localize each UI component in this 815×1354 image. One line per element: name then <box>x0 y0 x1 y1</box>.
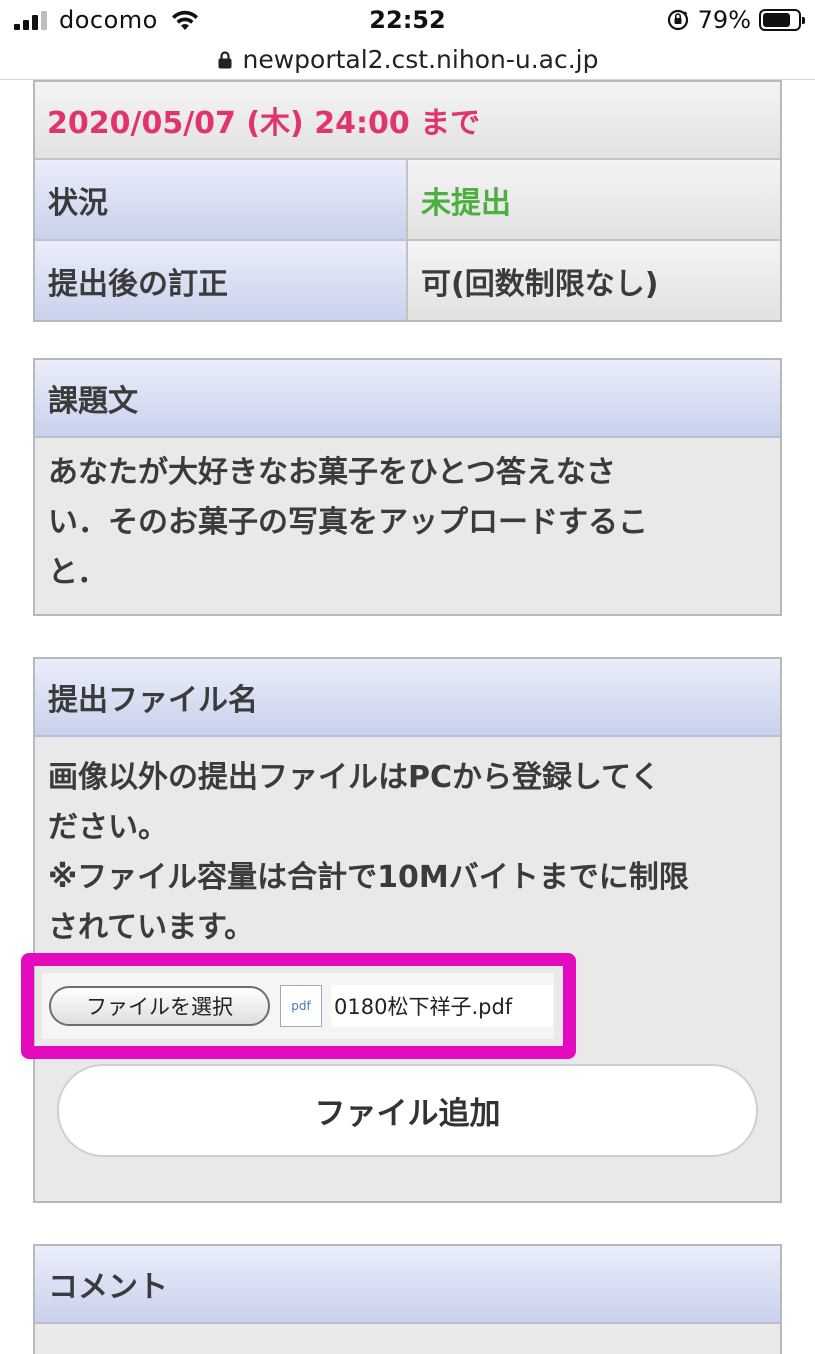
submission-notes: 画像以外の提出ファイルはPCから登録してく ださい。 ※ファイル容量は合計で10… <box>35 737 780 963</box>
url-text: newportal2.cst.nihon-u.ac.jp <box>242 45 599 74</box>
submission-note-line: 画像以外の提出ファイルはPCから登録してく <box>48 760 661 795</box>
status-label: 状況 <box>35 160 408 239</box>
assignment-line: あなたが大好きなお菓子をひとつ答えなさ <box>48 455 616 490</box>
assignment-panel: 課題文 あなたが大好きなお菓子をひとつ答えなさ い．そのお菓子の写真をアップロー… <box>33 358 782 616</box>
submission-note-line: ださい。 <box>48 810 168 845</box>
correction-value: 可(回数制限なし) <box>421 266 659 302</box>
pdf-file-icon: pdf <box>280 985 322 1027</box>
choose-file-button[interactable]: ファイルを選択 <box>49 986 270 1026</box>
submission-heading: 提出ファイル名 <box>35 659 780 737</box>
assignment-line: い．そのお菓子の写真をアップロードするこ <box>48 505 648 540</box>
battery-fill <box>763 13 790 27</box>
orientation-lock-icon <box>667 9 688 31</box>
submission-note-line: されています。 <box>48 910 255 945</box>
add-file-button[interactable]: ファイル追加 <box>57 1064 758 1157</box>
table-row: 提出後の訂正 可(回数制限なし) <box>35 241 780 320</box>
comment-heading: コメント <box>35 1246 780 1324</box>
status-bar: docomo 22:52 79% <box>0 0 815 40</box>
lock-icon <box>218 50 231 68</box>
url-bar[interactable]: newportal2.cst.nihon-u.ac.jp <box>0 40 815 80</box>
assignment-heading: 課題文 <box>35 360 780 438</box>
correction-label: 提出後の訂正 <box>35 241 408 320</box>
selected-file-name: 0180松下祥子.pdf <box>331 985 553 1027</box>
submission-note-line: ※ファイル容量は合計で10Mバイトまでに制限 <box>48 860 689 895</box>
assignment-info-table: 2020/05/07 (木) 24:00 まで 状況 未提出 提出後の訂正 可(… <box>33 80 782 322</box>
comment-panel: コメント <box>33 1244 782 1354</box>
assignment-body: あなたが大好きなお菓子をひとつ答えなさ い．そのお菓子の写真をアップロードするこ… <box>35 438 780 608</box>
battery-icon <box>759 9 805 31</box>
status-right: 79% <box>666 6 805 34</box>
battery-percent: 79% <box>697 6 751 34</box>
table-row: 状況 未提出 <box>35 160 780 241</box>
deadline-text: 2020/05/07 (木) 24:00 まで <box>35 82 780 160</box>
file-picker: ファイルを選択 pdf 0180松下祥子.pdf <box>42 973 554 1039</box>
status-value: 未提出 <box>421 185 511 221</box>
assignment-line: と． <box>48 555 108 590</box>
